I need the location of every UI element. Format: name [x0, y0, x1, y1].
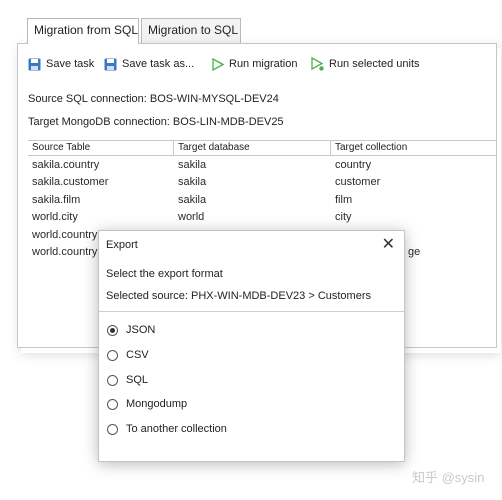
target-database-cell: sakila [178, 159, 207, 171]
target-collection-cell: ge [408, 246, 421, 258]
column-header-target-database[interactable]: Target database [173, 141, 330, 156]
radio-button[interactable] [107, 398, 118, 410]
save-task-label: Save task [46, 58, 95, 70]
column-header-source-table[interactable]: Source Table [28, 141, 173, 156]
source-table-cell: sakila.customer [32, 176, 109, 188]
radio-label: SQL [126, 374, 149, 386]
tab-migration-to-sql[interactable]: Migration to SQL [141, 18, 241, 43]
tab-migration-from-sql[interactable]: Migration from SQL [27, 18, 139, 44]
table-row[interactable]: sakila.film sakila film [28, 192, 497, 209]
radio-option-json[interactable]: JSON [107, 322, 155, 338]
source-table-cell: world.city [32, 211, 78, 223]
table-row[interactable]: sakila.customer sakila customer [28, 174, 497, 191]
radio-option-mongodump[interactable]: Mongodump [107, 396, 187, 412]
selected-source-text: Selected source: PHX-WIN-MDB-DEV23 > Cus… [106, 290, 371, 302]
source-table-cell: sakila.film [32, 194, 81, 206]
save-as-icon [104, 58, 117, 70]
radio-option-another-collection[interactable]: To another collection [107, 421, 227, 437]
radio-button[interactable] [107, 349, 118, 361]
watermark: 知乎 @sysin [412, 470, 485, 485]
radio-label: Mongodump [126, 398, 188, 410]
radio-label: CSV [126, 349, 149, 361]
dialog-title: Export [106, 239, 138, 251]
radio-option-sql[interactable]: SQL [107, 372, 148, 388]
radio-button[interactable] [107, 423, 118, 435]
table-row[interactable]: sakila.country sakila country [28, 157, 497, 174]
run-selected-units-button[interactable]: Run selected units [311, 55, 420, 73]
target-collection-cell: city [335, 211, 352, 223]
target-collection-cell: country [335, 159, 372, 171]
radio-label: JSON [126, 324, 156, 336]
save-task-as-label: Save task as... [122, 58, 195, 70]
export-dialog: Export ✕ Select the export format Select… [98, 230, 405, 462]
radio-option-csv[interactable]: CSV [107, 347, 149, 363]
tab-label: Migration from SQL [34, 23, 139, 37]
target-collection-cell: film [335, 194, 353, 206]
close-icon[interactable]: ✕ [382, 234, 395, 254]
source-table-cell: sakila.country [32, 159, 100, 171]
table-row[interactable]: world.city world city [28, 209, 497, 226]
dialog-divider [99, 311, 404, 312]
radio-label: To another collection [126, 423, 227, 435]
run-selected-units-label: Run selected units [329, 58, 420, 70]
run-migration-label: Run migration [229, 58, 298, 70]
source-connection-text: Source SQL connection: BOS-WIN-MYSQL-DEV… [28, 93, 279, 105]
radio-button-checked[interactable] [107, 324, 118, 336]
target-database-cell: world [178, 211, 205, 223]
column-header-target-collection[interactable]: Target collection [330, 141, 497, 156]
radio-button[interactable] [107, 374, 118, 386]
save-icon [28, 58, 41, 70]
save-task-as-button[interactable]: Save task as... [104, 55, 194, 73]
target-collection-cell: customer [335, 176, 381, 188]
source-table-cell: world.countryl [32, 246, 100, 258]
save-task-button[interactable]: Save task [28, 55, 94, 73]
target-database-cell: sakila [178, 194, 207, 206]
target-database-cell: sakila [178, 176, 207, 188]
source-table-cell: world.country [32, 229, 98, 241]
dialog-heading: Select the export format [106, 268, 223, 280]
target-connection-text: Target MongoDB connection: BOS-LIN-MDB-D… [28, 116, 284, 128]
run-selected-icon [311, 57, 324, 71]
play-icon [212, 57, 224, 71]
tab-label: Migration to SQL [148, 23, 239, 37]
run-migration-button[interactable]: Run migration [212, 55, 297, 73]
